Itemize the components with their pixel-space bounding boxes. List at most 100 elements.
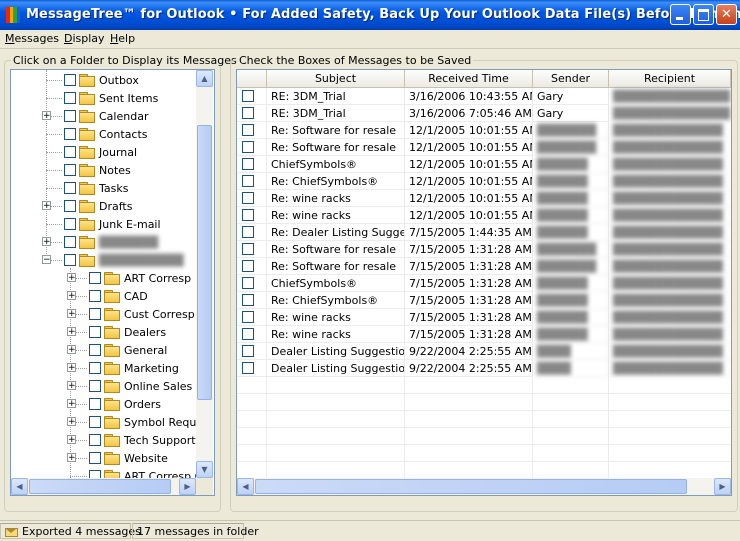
folder-tree[interactable]: Outbox Sent Items + Calendar Contacts Journal… [10, 69, 215, 496]
table-row[interactable]: Re: Software for resale 7/15/2005 1:31:28… [237, 241, 731, 258]
close-button[interactable]: ✕ [716, 4, 737, 25]
message-checkbox[interactable] [242, 362, 254, 374]
tree-expander[interactable]: + [67, 399, 76, 409]
menu-help[interactable]: Help [107, 31, 138, 46]
tree-vscroll[interactable]: ▲ ▼ [196, 70, 213, 478]
tree-expander[interactable]: + [67, 417, 76, 427]
tree-expander[interactable]: + [42, 111, 51, 121]
tree-node[interactable]: Marketing [89, 359, 179, 377]
tree-expander[interactable]: + [42, 237, 51, 247]
folder-checkbox[interactable] [64, 110, 76, 122]
tree-node[interactable]: ███████ [64, 233, 158, 251]
table-row[interactable]: Re: Dealer Listing Sugge... 7/15/2005 1:4… [237, 224, 731, 241]
tree-node[interactable]: Journal [64, 143, 137, 161]
scroll-left-button[interactable]: ◀ [11, 478, 28, 495]
folder-checkbox[interactable] [64, 74, 76, 86]
tree-node[interactable]: Cust Corresp [89, 305, 195, 323]
column-header-check[interactable] [237, 70, 267, 88]
table-row[interactable]: Re: ChiefSymbols® 7/15/2005 1:31:28 AM ███… [237, 292, 731, 309]
tree-expander[interactable]: + [67, 435, 76, 445]
table-row[interactable]: RE: 3DM_Trial 3/16/2006 7:05:46 AM Gary ███… [237, 105, 731, 122]
message-checkbox[interactable] [242, 243, 254, 255]
tree-node[interactable]: Orders [89, 395, 161, 413]
message-checkbox[interactable] [242, 345, 254, 357]
tree-expander[interactable]: + [67, 273, 76, 283]
tree-expander[interactable]: + [67, 327, 76, 337]
table-row[interactable]: ChiefSymbols® 12/1/2005 10:01:55 AM ██████… [237, 156, 731, 173]
table-row[interactable]: RE: 3DM_Trial 3/16/2006 10:43:55 AM Gary ██… [237, 88, 731, 105]
table-row[interactable]: Re: Software for resale 12/1/2005 10:01:5… [237, 139, 731, 156]
tree-node[interactable]: Junk E-mail [64, 215, 161, 233]
folder-checkbox[interactable] [89, 308, 101, 320]
table-row[interactable]: Re: wine racks 12/1/2005 10:01:55 AM █████… [237, 207, 731, 224]
table-row[interactable]: Re: wine racks 7/15/2005 1:31:28 AM ██████… [237, 326, 731, 343]
maximize-button[interactable] [693, 4, 714, 25]
message-checkbox[interactable] [242, 107, 254, 119]
folder-checkbox[interactable] [89, 362, 101, 374]
tree-hscroll[interactable]: ◀ ▶ [11, 478, 196, 495]
folder-checkbox[interactable] [64, 128, 76, 140]
message-checkbox[interactable] [242, 175, 254, 187]
folder-checkbox[interactable] [89, 272, 101, 284]
menu-display[interactable]: Display [61, 31, 108, 46]
tree-expander[interactable]: + [42, 201, 51, 211]
tree-node[interactable]: Website [89, 449, 168, 467]
table-row[interactable]: Re: ChiefSymbols® 12/1/2005 10:01:55 AM ██… [237, 173, 731, 190]
table-row[interactable]: Dealer Listing Suggestio... 9/22/2004 2:2… [237, 360, 731, 377]
table-row[interactable]: Dealer Listing Suggestio... 9/22/2004 2:2… [237, 343, 731, 360]
tree-expander[interactable]: + [67, 381, 76, 391]
scroll-right-button[interactable]: ▶ [179, 478, 196, 495]
column-header[interactable]: Subject [267, 70, 405, 88]
folder-checkbox[interactable] [89, 434, 101, 446]
folder-checkbox[interactable] [64, 164, 76, 176]
scroll-up-button[interactable]: ▲ [196, 70, 213, 87]
message-checkbox[interactable] [242, 294, 254, 306]
list-hscroll[interactable]: ◀ ▶ [237, 478, 731, 495]
table-row[interactable]: Re: Software for resale 12/1/2005 10:01:5… [237, 122, 731, 139]
tree-node[interactable]: CAD [89, 287, 148, 305]
folder-checkbox[interactable] [64, 200, 76, 212]
message-checkbox[interactable] [242, 260, 254, 272]
tree-node[interactable]: Online Sales [89, 377, 192, 395]
tree-node[interactable]: Sent Items [64, 89, 158, 107]
message-checkbox[interactable] [242, 158, 254, 170]
folder-checkbox[interactable] [64, 218, 76, 230]
folder-checkbox[interactable] [89, 398, 101, 410]
folder-checkbox[interactable] [89, 452, 101, 464]
message-checkbox[interactable] [242, 209, 254, 221]
tree-node[interactable]: Tasks [64, 179, 128, 197]
folder-checkbox[interactable] [89, 416, 101, 428]
folder-checkbox[interactable] [64, 182, 76, 194]
tree-node[interactable]: ART Corresp [89, 269, 191, 287]
folder-checkbox[interactable] [64, 254, 76, 266]
folder-checkbox[interactable] [64, 236, 76, 248]
table-row[interactable]: Re: wine racks 7/15/2005 1:31:28 AM ██████… [237, 309, 731, 326]
message-checkbox[interactable] [242, 226, 254, 238]
column-header[interactable]: Recipient [609, 70, 731, 88]
minimize-button[interactable] [670, 4, 691, 25]
table-row[interactable]: Re: wine racks 12/1/2005 10:01:55 AM █████… [237, 190, 731, 207]
tree-node[interactable]: ██████████ [64, 251, 184, 269]
folder-checkbox[interactable] [89, 380, 101, 392]
scroll-left-button[interactable]: ◀ [237, 478, 254, 495]
tree-node[interactable]: Dealers [89, 323, 166, 341]
tree-expander[interactable]: + [67, 345, 76, 355]
scroll-thumb[interactable] [255, 479, 687, 494]
tree-node[interactable]: Drafts [64, 197, 132, 215]
column-header[interactable]: Received Time [405, 70, 533, 88]
folder-checkbox[interactable] [89, 326, 101, 338]
tree-node[interactable]: Tech Support [89, 431, 196, 449]
tree-node[interactable]: General [89, 341, 167, 359]
tree-expander[interactable]: + [67, 363, 76, 373]
message-checkbox[interactable] [242, 124, 254, 136]
tree-node[interactable]: Outbox [64, 71, 139, 89]
message-checkbox[interactable] [242, 311, 254, 323]
message-checkbox[interactable] [242, 90, 254, 102]
message-list[interactable]: Subject Received Time Sender Recipient RE: 3… [236, 69, 732, 496]
tree-expander[interactable]: + [67, 291, 76, 301]
table-row[interactable]: Re: Software for resale 7/15/2005 1:31:28… [237, 258, 731, 275]
column-header[interactable]: Sender [533, 70, 609, 88]
folder-checkbox[interactable] [64, 92, 76, 104]
tree-node[interactable]: Calendar [64, 107, 148, 125]
scroll-thumb[interactable] [197, 125, 212, 400]
